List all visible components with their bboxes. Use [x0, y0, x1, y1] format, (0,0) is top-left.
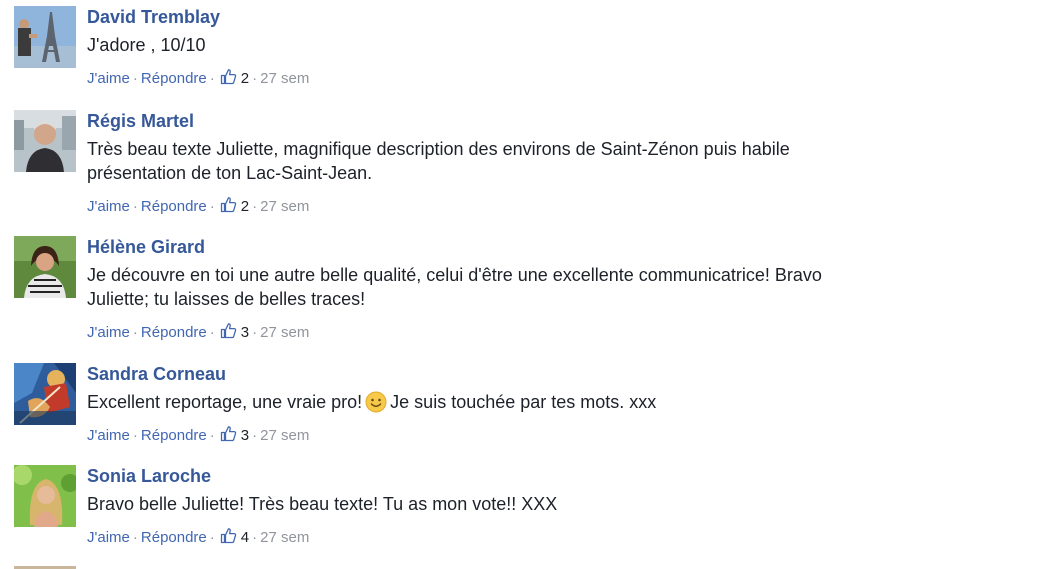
separator: ·: [209, 198, 215, 215]
comment-text-after: Je suis touchée par tes mots. xxx: [390, 392, 657, 412]
avatar[interactable]: [14, 236, 76, 298]
thumbs-up-icon[interactable]: [220, 425, 237, 442]
separator: ·: [209, 70, 215, 87]
separator: ·: [209, 324, 215, 341]
thumbs-up-icon[interactable]: [220, 322, 237, 339]
separator: ·: [132, 427, 138, 444]
comment-actions: J'aime · Répondre · 3 · 27 sem: [87, 425, 1041, 445]
separator: ·: [132, 70, 138, 87]
reply-link[interactable]: Répondre: [141, 529, 207, 546]
comment-text: Bravo belle Juliette! Très beau texte! T…: [87, 494, 558, 514]
like-link[interactable]: J'aime: [87, 70, 130, 87]
avatar-photo-woman: [14, 236, 76, 298]
avatar[interactable]: [14, 6, 76, 68]
thumbs-up-icon[interactable]: [220, 527, 237, 544]
comment-author[interactable]: Régis Martel: [87, 110, 1041, 132]
comment: Hélène Girard Je découvre en toi une aut…: [0, 236, 1041, 342]
separator: ·: [252, 427, 258, 444]
comment: Sonia Laroche Bravo belle Juliette! Très…: [0, 465, 1041, 547]
separator: ·: [209, 529, 215, 546]
like-link[interactable]: J'aime: [87, 529, 130, 546]
like-link[interactable]: J'aime: [87, 427, 130, 444]
thumbs-up-icon[interactable]: [220, 196, 237, 213]
comment-text: Très beau texte Juliette, magnifique des…: [87, 139, 790, 183]
reply-link[interactable]: Répondre: [141, 198, 207, 215]
comment-actions: J'aime · Répondre · 2 · 27 sem: [87, 196, 1041, 216]
comment-timestamp[interactable]: 27 sem: [260, 70, 309, 87]
comment-timestamp[interactable]: 27 sem: [260, 529, 309, 546]
comment-timestamp[interactable]: 27 sem: [260, 198, 309, 215]
comment-author[interactable]: Sonia Laroche: [87, 465, 1041, 487]
like-link[interactable]: J'aime: [87, 198, 130, 215]
like-count: 2: [240, 70, 250, 87]
separator: ·: [132, 198, 138, 215]
avatar[interactable]: [14, 465, 76, 527]
like-link[interactable]: J'aime: [87, 324, 130, 341]
comment-author[interactable]: Sandra Corneau: [87, 363, 1041, 385]
avatar[interactable]: [14, 363, 76, 425]
comment-actions: J'aime · Répondre · 3 · 27 sem: [87, 322, 1041, 342]
reply-link[interactable]: Répondre: [141, 70, 207, 87]
comment-author[interactable]: David Tremblay: [87, 6, 1041, 28]
separator: ·: [252, 324, 258, 341]
avatar-photo-man: [14, 110, 76, 172]
thumbs-up-icon[interactable]: [220, 68, 237, 85]
comment: Sandra Corneau Excellent reportage, une …: [0, 363, 1041, 445]
separator: ·: [252, 198, 258, 215]
comment-actions: J'aime · Répondre · 2 · 27 sem: [87, 68, 1041, 88]
comment-text: Je découvre en toi une autre belle quali…: [87, 265, 822, 309]
like-count: 4: [240, 529, 250, 546]
separator: ·: [209, 427, 215, 444]
separator: ·: [132, 324, 138, 341]
comment-actions: J'aime · Répondre · 4 · 27 sem: [87, 527, 1041, 547]
avatar-photo-eiffel-tower: [14, 6, 76, 68]
separator: ·: [252, 70, 258, 87]
like-count: 2: [240, 198, 250, 215]
like-count: 3: [240, 427, 250, 444]
reply-link[interactable]: Répondre: [141, 324, 207, 341]
like-count: 3: [240, 324, 250, 341]
smiley-emoji-icon: [365, 391, 387, 413]
comment-text-before: Excellent reportage, une vraie pro!: [87, 392, 363, 412]
comment: Régis Martel Très beau texte Juliette, m…: [0, 110, 1041, 216]
avatar-painting-violinist: [14, 363, 76, 425]
comment-text: Excellent reportage, une vraie pro! Je su…: [87, 390, 827, 414]
avatar[interactable]: [14, 110, 76, 172]
comment-text: J'adore , 10/10: [87, 35, 206, 55]
comment-author[interactable]: Hélène Girard: [87, 236, 1041, 258]
reply-link[interactable]: Répondre: [141, 427, 207, 444]
comment-timestamp[interactable]: 27 sem: [260, 324, 309, 341]
avatar-photo-blonde-woman: [14, 465, 76, 527]
separator: ·: [252, 529, 258, 546]
comment-timestamp[interactable]: 27 sem: [260, 427, 309, 444]
separator: ·: [132, 529, 138, 546]
comment: David Tremblay J'adore , 10/10 J'aime · Ré…: [0, 6, 1041, 88]
